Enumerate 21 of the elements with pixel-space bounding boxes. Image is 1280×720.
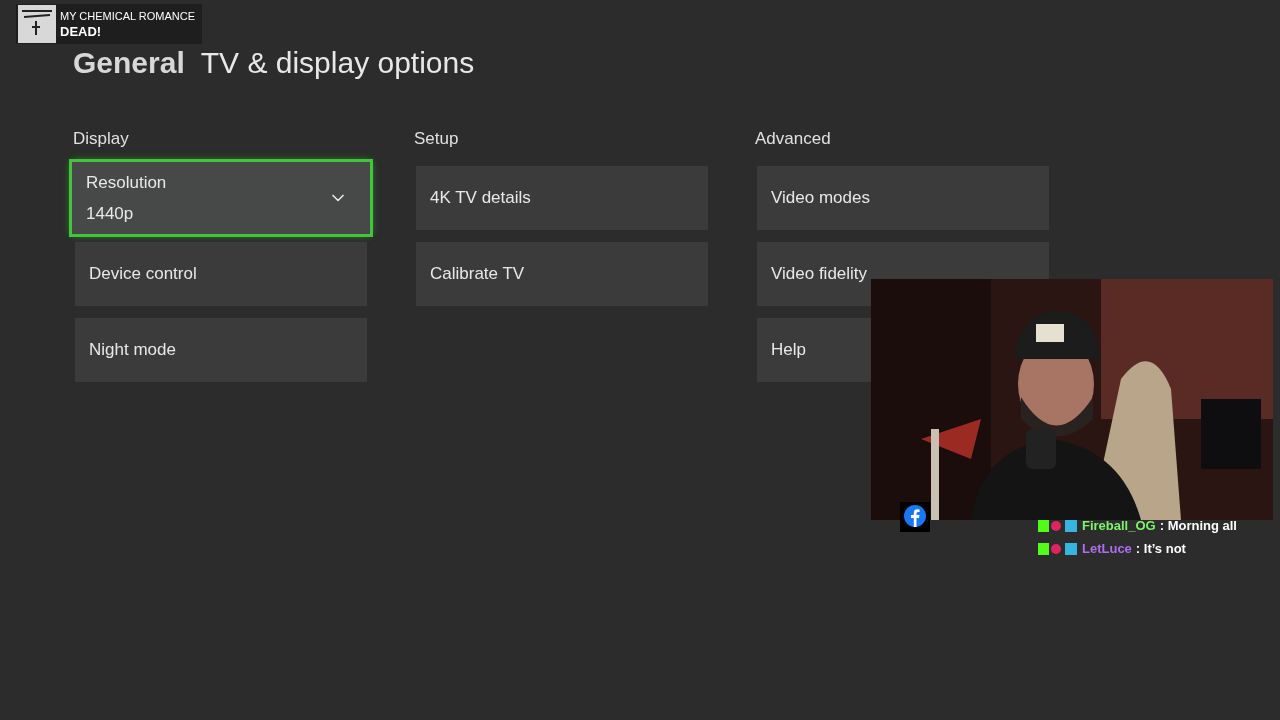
settings-tile[interactable]: Night mode	[75, 318, 367, 382]
artist-name: MY CHEMICAL ROMANCE	[60, 9, 196, 24]
column-heading: Advanced	[755, 128, 832, 148]
settings-tile[interactable]: Device control	[75, 242, 367, 306]
facebook-icon	[900, 502, 930, 532]
resolution-dropdown[interactable]: Resolution 1440p	[72, 162, 370, 234]
chat-username: LetLuce	[1082, 539, 1132, 558]
chat-message: : Morning all	[1159, 516, 1237, 535]
badge-icons	[1038, 518, 1078, 533]
column-heading: Setup	[414, 128, 460, 148]
settings-tile[interactable]: Help	[757, 318, 871, 382]
settings-tile[interactable]: 4K TV details	[416, 166, 708, 230]
chat-message: : It’s not	[1135, 539, 1186, 558]
badge-icons	[1038, 541, 1078, 556]
chat-username: Fireball_OG	[1082, 516, 1156, 535]
track-title: DEAD!	[60, 24, 103, 39]
page-title: TV & display options	[200, 45, 475, 81]
settings-tile[interactable]: Calibrate TV	[416, 242, 708, 306]
settings-tile[interactable]: Video modes	[757, 166, 1049, 230]
column-heading: Display	[73, 128, 130, 148]
section-title: General	[73, 46, 185, 80]
